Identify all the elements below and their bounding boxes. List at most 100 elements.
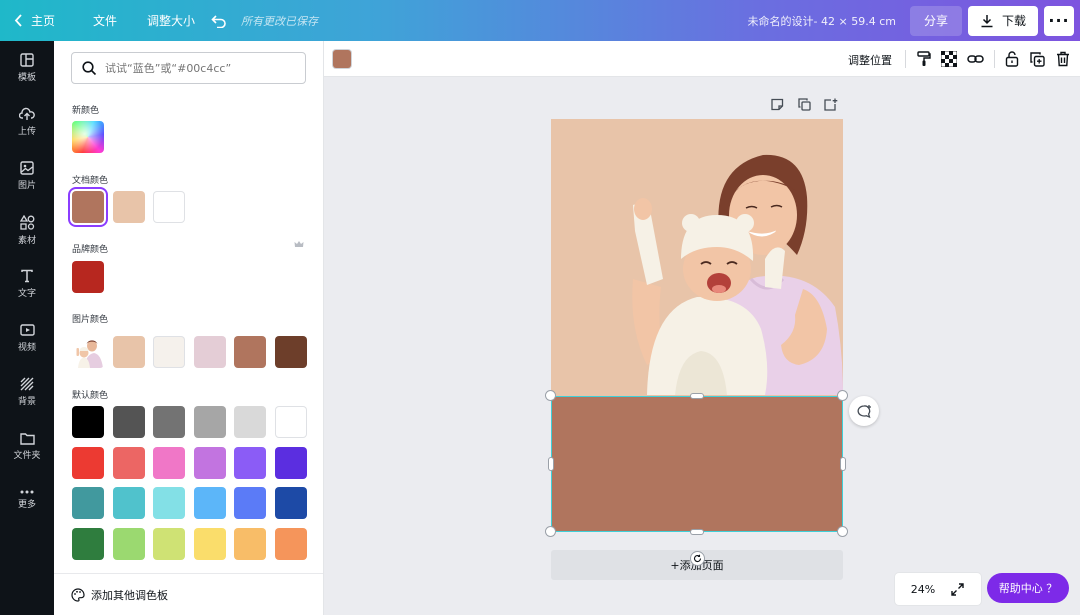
default-color-swatch[interactable] xyxy=(153,527,185,560)
default-color-swatch[interactable] xyxy=(153,487,185,519)
document-title[interactable]: 未命名的设计- 42 × 59.4 cm xyxy=(748,13,910,29)
sidebar-item-templates[interactable]: 模板 xyxy=(0,41,54,95)
default-color-swatch[interactable] xyxy=(274,406,307,438)
delete-button[interactable] xyxy=(1054,50,1072,68)
resize-handle-bottom-left[interactable] xyxy=(546,527,555,536)
document-color-swatch[interactable] xyxy=(72,191,104,223)
palette-icon xyxy=(71,587,85,602)
default-color-swatch[interactable] xyxy=(274,446,307,479)
elements-icon xyxy=(19,214,34,230)
default-color-swatch[interactable] xyxy=(234,527,266,560)
fullscreen-icon[interactable] xyxy=(951,582,964,596)
resize-handle-top-left[interactable] xyxy=(546,391,555,400)
default-color-swatch[interactable] xyxy=(193,446,226,479)
default-color-swatch[interactable] xyxy=(112,527,145,560)
file-menu-button[interactable]: 文件 xyxy=(83,0,127,41)
default-color-swatch[interactable] xyxy=(112,406,145,438)
new-color-heading: 新颜色 xyxy=(72,106,100,116)
template-icon xyxy=(20,53,34,67)
image-color-swatch[interactable] xyxy=(234,336,266,368)
download-icon xyxy=(981,14,993,27)
default-color-swatch[interactable] xyxy=(274,487,307,519)
resize-button[interactable]: 调整大小 xyxy=(137,0,205,41)
default-color-swatch[interactable] xyxy=(112,446,145,479)
folder-icon xyxy=(19,432,35,445)
sidebar-item-folders[interactable]: 文件夹 xyxy=(0,419,54,473)
help-center-button[interactable]: 帮助中心 ？ xyxy=(987,573,1069,603)
note-icon xyxy=(771,98,784,111)
resize-handle-bottom[interactable] xyxy=(691,530,703,534)
copy-style-button[interactable] xyxy=(915,50,933,68)
text-icon xyxy=(21,269,33,283)
default-color-swatch[interactable] xyxy=(234,446,266,479)
position-button[interactable]: 调整位置 xyxy=(848,52,892,68)
download-label: 下载 xyxy=(1001,14,1026,28)
document-color-swatch[interactable] xyxy=(112,191,145,223)
resize-handle-bottom-right[interactable] xyxy=(838,527,847,536)
image-thumbnail[interactable] xyxy=(72,336,104,368)
lock-icon xyxy=(1005,51,1019,67)
selected-color-swatch[interactable] xyxy=(333,50,351,68)
position-layers-button[interactable] xyxy=(1003,50,1021,68)
home-button[interactable]: 主页 xyxy=(0,0,65,41)
rotate-icon xyxy=(693,554,702,563)
page-note-button[interactable] xyxy=(771,98,784,114)
default-color-swatch[interactable] xyxy=(153,446,185,479)
sidebar-item-background[interactable]: 背景 xyxy=(0,365,54,419)
default-color-swatch[interactable] xyxy=(193,527,226,560)
default-color-swatch[interactable] xyxy=(153,406,185,438)
resize-handle-top-right[interactable] xyxy=(838,391,847,400)
sidebar-item-uploads[interactable]: 上传 xyxy=(0,95,54,149)
default-color-swatch[interactable] xyxy=(193,487,226,519)
new-color-picker[interactable] xyxy=(72,121,104,153)
color-search[interactable] xyxy=(71,52,306,84)
zoom-control[interactable]: 24% xyxy=(895,573,981,605)
sidebar-item-elements[interactable]: 素材 xyxy=(0,203,54,257)
brand-color-swatch[interactable] xyxy=(72,261,104,293)
paint-roller-icon xyxy=(917,51,931,66)
default-color-swatch[interactable] xyxy=(274,527,307,560)
transparency-button[interactable] xyxy=(940,50,958,68)
default-color-swatch[interactable] xyxy=(72,406,104,438)
image-color-swatch[interactable] xyxy=(193,336,226,368)
document-color-swatch[interactable] xyxy=(153,191,185,223)
top-bar: 主页 文件 调整大小 所有更改已保存 未命名的设计- 42 × 59.4 cm … xyxy=(0,0,1080,41)
default-color-swatch[interactable] xyxy=(72,446,104,479)
resize-handle-top[interactable] xyxy=(691,394,703,398)
sidebar-item-label: 上传 xyxy=(17,127,36,137)
sidebar-item-more[interactable]: 更多 xyxy=(0,473,54,527)
left-sidebar: 模板 上传 图片 素材 文字 视频 背景 文件夹 更多 xyxy=(0,41,54,615)
search-icon xyxy=(82,60,97,75)
image-color-swatch[interactable] xyxy=(153,336,185,368)
resize-handle-left[interactable] xyxy=(549,458,553,470)
default-color-swatch[interactable] xyxy=(72,527,104,560)
selected-shape-rectangle[interactable] xyxy=(551,396,843,532)
add-page-above-button[interactable] xyxy=(824,98,838,114)
resize-handle-right[interactable] xyxy=(841,458,845,470)
default-color-swatch[interactable] xyxy=(72,487,104,519)
download-button[interactable]: 下载 xyxy=(967,5,1038,36)
context-toolbar: 调整位置 xyxy=(324,41,1080,77)
share-button[interactable]: 分享 xyxy=(909,5,962,36)
image-color-swatch[interactable] xyxy=(112,336,145,368)
duplicate-page-button[interactable] xyxy=(798,98,811,114)
default-color-swatch[interactable] xyxy=(193,406,226,438)
more-options-button[interactable]: ··· xyxy=(1044,5,1074,36)
sidebar-item-photos[interactable]: 图片 xyxy=(0,149,54,203)
add-comment-button[interactable] xyxy=(849,396,879,426)
undo-button[interactable] xyxy=(205,0,233,41)
photo-icon xyxy=(20,161,34,175)
default-color-swatch[interactable] xyxy=(234,487,266,519)
transparency-icon xyxy=(941,51,957,67)
link-button[interactable] xyxy=(966,50,984,68)
sidebar-item-video[interactable]: 视频 xyxy=(0,311,54,365)
default-color-swatch[interactable] xyxy=(112,487,145,519)
color-search-input[interactable] xyxy=(105,61,295,75)
add-palette-button[interactable]: 添加其他调色板 xyxy=(54,573,323,615)
sidebar-item-text[interactable]: 文字 xyxy=(0,257,54,311)
zoom-level[interactable]: 24% xyxy=(895,583,951,596)
duplicate-button[interactable] xyxy=(1028,50,1046,68)
default-color-swatch[interactable] xyxy=(234,406,266,438)
rotate-handle[interactable] xyxy=(691,552,704,565)
image-color-swatch[interactable] xyxy=(274,336,307,368)
